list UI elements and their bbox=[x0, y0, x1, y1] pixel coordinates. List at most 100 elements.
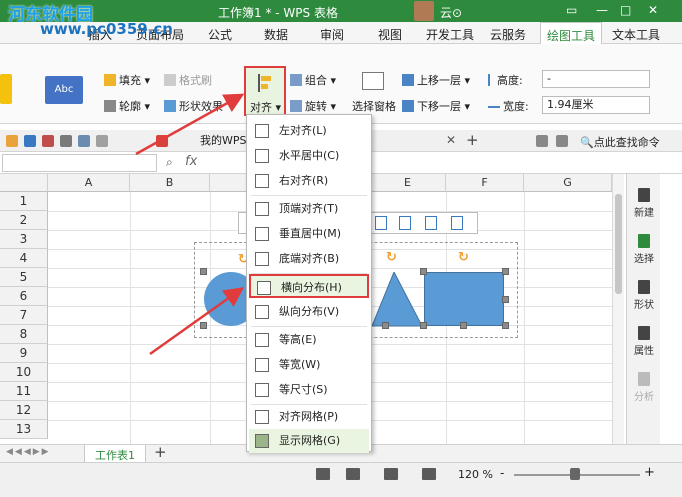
row-header-2[interactable]: 2 bbox=[0, 211, 48, 230]
tab-data[interactable]: 数据 bbox=[264, 26, 288, 43]
command-search[interactable]: 🔍点此查找命令 bbox=[580, 134, 660, 150]
menu-item-align-top[interactable]: 顶端对齐(T) bbox=[249, 197, 369, 221]
row-header-3[interactable]: 3 bbox=[0, 230, 48, 249]
menu-item-same-width[interactable]: 等宽(W) bbox=[249, 353, 369, 377]
resize-handle[interactable] bbox=[420, 322, 427, 329]
menu-item-distribute-horizontal[interactable]: 横向分布(H) bbox=[249, 274, 369, 298]
page-layout-view-icon[interactable] bbox=[346, 468, 360, 480]
doc-tab-mywps[interactable]: 我的WPS bbox=[200, 132, 247, 148]
save-icon[interactable] bbox=[24, 135, 36, 147]
row-header-4[interactable]: 4 bbox=[0, 249, 48, 268]
open-icon[interactable] bbox=[6, 135, 18, 147]
row-header-8[interactable]: 8 bbox=[0, 325, 48, 344]
normal-view-icon[interactable] bbox=[316, 468, 330, 480]
format-brush-button[interactable]: 格式刷 bbox=[164, 72, 212, 88]
zoom-in-button[interactable]: + bbox=[644, 465, 655, 480]
shape-style-abc[interactable]: Abc bbox=[45, 76, 83, 104]
menu-item-align-right[interactable]: 右对齐(R) bbox=[249, 169, 369, 193]
resize-handle[interactable] bbox=[502, 268, 509, 275]
float-vdistribute-icon[interactable] bbox=[451, 216, 463, 230]
name-box[interactable] bbox=[2, 154, 157, 172]
zoom-slider-knob[interactable] bbox=[570, 468, 580, 480]
shape-style-swatch[interactable] bbox=[0, 74, 12, 104]
outline-button[interactable]: 轮廓 ▾ bbox=[104, 98, 150, 114]
float-distribute-icon[interactable] bbox=[425, 216, 437, 230]
avatar[interactable] bbox=[414, 1, 434, 21]
row-header-11[interactable]: 11 bbox=[0, 382, 48, 401]
help-icon[interactable] bbox=[556, 135, 568, 147]
resize-handle[interactable] bbox=[460, 322, 467, 329]
add-sheet-button[interactable]: + bbox=[154, 443, 167, 461]
row-header-5[interactable]: 5 bbox=[0, 268, 48, 287]
page-break-view-icon[interactable] bbox=[384, 468, 398, 480]
send-backward-button[interactable]: 下移一层 ▾ bbox=[402, 98, 470, 114]
skin-icon[interactable] bbox=[536, 135, 548, 147]
row-header-7[interactable]: 7 bbox=[0, 306, 48, 325]
column-header-b[interactable]: B bbox=[130, 174, 210, 192]
resize-handle[interactable] bbox=[420, 268, 427, 275]
rotate-button[interactable]: 旋转 ▾ bbox=[290, 98, 336, 114]
zoom-level[interactable]: 120 % bbox=[458, 468, 493, 481]
row-header-6[interactable]: 6 bbox=[0, 287, 48, 306]
undo-icon[interactable] bbox=[96, 135, 108, 147]
resize-handle[interactable] bbox=[200, 268, 207, 275]
selection-pane-button[interactable]: 选择窗格 bbox=[352, 98, 396, 114]
menu-item-align-bottom[interactable]: 底端对齐(B) bbox=[249, 247, 369, 271]
menu-item-distribute-vertical[interactable]: 纵向分布(V) bbox=[249, 300, 369, 324]
tab-review[interactable]: 审阅 bbox=[320, 26, 344, 43]
new-tab-button[interactable]: + bbox=[466, 131, 479, 149]
panel-new[interactable]: 新建 bbox=[630, 188, 658, 219]
print-preview-icon[interactable] bbox=[78, 135, 90, 147]
float-center-icon[interactable] bbox=[399, 216, 411, 230]
rotate-handle-icon[interactable]: ↻ bbox=[386, 250, 397, 265]
row-header-1[interactable]: 1 bbox=[0, 192, 48, 211]
close-doc-tab-icon[interactable]: ✕ bbox=[446, 133, 456, 147]
column-header-g[interactable]: G bbox=[524, 174, 612, 192]
sheet-tab-1[interactable]: 工作表1 bbox=[84, 445, 146, 463]
rectangle-shape[interactable] bbox=[424, 272, 504, 326]
reading-view-icon[interactable] bbox=[422, 468, 436, 480]
row-header-12[interactable]: 12 bbox=[0, 401, 48, 420]
minimize-button[interactable]: — bbox=[596, 3, 608, 17]
tab-view[interactable]: 视图 bbox=[378, 26, 402, 43]
menu-item-same-height[interactable]: 等高(E) bbox=[249, 328, 369, 352]
fill-button[interactable]: 填充 ▾ bbox=[104, 72, 150, 88]
panel-analysis[interactable]: 分析 bbox=[630, 372, 658, 403]
menu-item-snap-to-grid[interactable]: 对齐网格(P) bbox=[249, 405, 369, 429]
scroll-thumb[interactable] bbox=[615, 194, 622, 294]
row-header-9[interactable]: 9 bbox=[0, 344, 48, 363]
tab-text-tools[interactable]: 文本工具 bbox=[612, 26, 660, 43]
rotate-handle-icon[interactable]: ↻ bbox=[458, 250, 469, 265]
export-pdf-icon[interactable] bbox=[42, 135, 54, 147]
tab-formulas[interactable]: 公式 bbox=[208, 26, 232, 43]
fx-icon[interactable]: fx bbox=[185, 154, 197, 169]
sheet-nav-arrows[interactable]: ◀◀◀▶▶ bbox=[6, 447, 51, 457]
zoom-out-button[interactable]: - bbox=[500, 466, 504, 480]
menu-item-align-left[interactable]: 左对齐(L) bbox=[249, 119, 369, 143]
zoom-icon[interactable]: ⌕ bbox=[166, 155, 173, 170]
select-all-corner[interactable] bbox=[0, 174, 48, 192]
panel-properties[interactable]: 属性 bbox=[630, 326, 658, 357]
restore-window-icon[interactable]: ▭ bbox=[566, 3, 577, 17]
close-button[interactable]: ✕ bbox=[648, 3, 658, 17]
row-header-13[interactable]: 13 bbox=[0, 420, 48, 439]
tab-cloud[interactable]: 云服务 bbox=[490, 26, 526, 43]
resize-handle[interactable] bbox=[382, 322, 389, 329]
height-input[interactable]: - bbox=[542, 70, 650, 88]
print-icon[interactable] bbox=[60, 135, 72, 147]
row-header-10[interactable]: 10 bbox=[0, 363, 48, 382]
group-button[interactable]: 组合 ▾ bbox=[290, 72, 336, 88]
bring-forward-button[interactable]: 上移一层 ▾ bbox=[402, 72, 470, 88]
menu-item-align-center[interactable]: 水平居中(C) bbox=[249, 144, 369, 168]
resize-handle[interactable] bbox=[200, 322, 207, 329]
tab-developer[interactable]: 开发工具 bbox=[426, 26, 474, 43]
triangle-shape[interactable] bbox=[372, 272, 424, 328]
column-header-f[interactable]: F bbox=[446, 174, 524, 192]
shape-effect-button[interactable]: 形状效果 bbox=[164, 98, 223, 114]
vertical-scrollbar[interactable] bbox=[612, 174, 624, 444]
resize-handle[interactable] bbox=[502, 296, 509, 303]
user-name[interactable]: 云⊙ bbox=[440, 4, 462, 21]
panel-shape[interactable]: 形状 bbox=[630, 280, 658, 311]
align-button[interactable]: 对齐 ▾ bbox=[244, 66, 286, 116]
menu-item-show-grid[interactable]: 显示网格(G) bbox=[249, 429, 369, 453]
